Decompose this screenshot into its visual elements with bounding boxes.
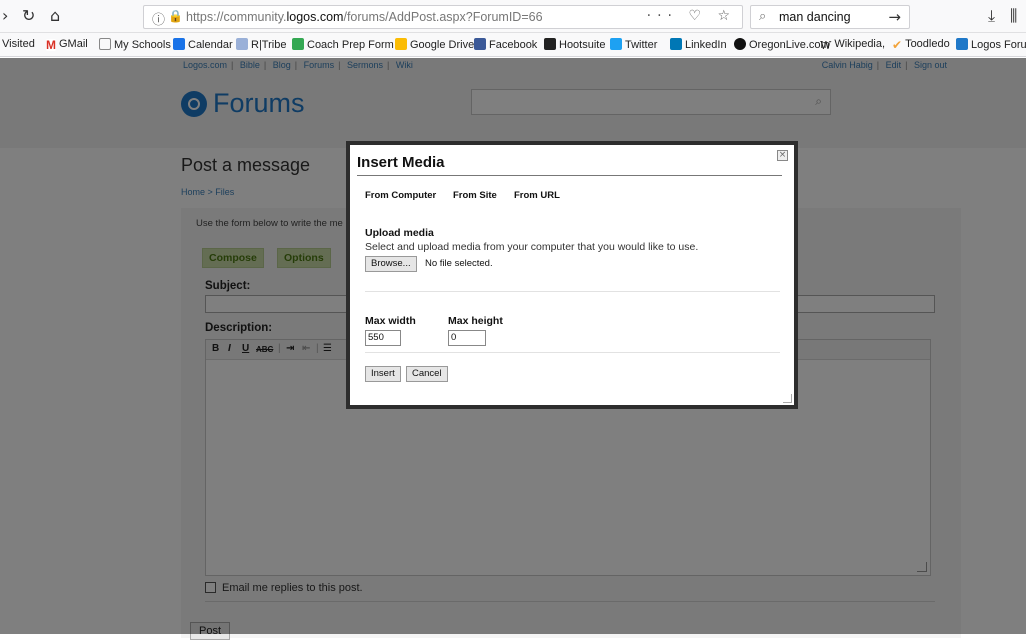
home-icon[interactable]: ⌂ <box>50 8 60 24</box>
bookmark-item[interactable]: Visited <box>2 38 35 50</box>
search-icon: ⌕ <box>759 9 767 24</box>
google-drive-icon <box>395 38 407 50</box>
resize-grip-icon[interactable] <box>783 394 792 403</box>
close-icon[interactable]: × <box>777 150 788 161</box>
bookmark-label: LinkedIn <box>685 39 727 51</box>
bookmark-item[interactable]: W Wikipedia, <box>820 38 885 52</box>
divider <box>365 352 780 353</box>
bookmark-item[interactable]: Facebook <box>474 38 537 51</box>
forward-icon[interactable]: › <box>2 8 8 24</box>
divider <box>357 175 782 176</box>
bookmark-item[interactable]: OregonLive.com <box>734 38 830 51</box>
bookmark-item[interactable]: ✔ Toodledo <box>892 38 950 51</box>
bookmarks-toolbar: Visited M GMail My Schools Calendar R|Tri… <box>0 33 1026 57</box>
insert-media-dialog: Insert Media × From Computer From Site F… <box>346 141 798 409</box>
bookmark-label: My Schools <box>114 39 171 51</box>
bookmark-item[interactable]: My Schools <box>99 38 171 51</box>
bookmark-item[interactable]: Hootsuite <box>544 38 605 51</box>
bookmark-item[interactable]: Twitter <box>610 38 657 51</box>
bookmark-item[interactable]: R|Tribe <box>236 38 286 51</box>
bookmark-label: Calendar <box>188 39 233 51</box>
facebook-icon <box>474 38 486 50</box>
tab-from-site[interactable]: From Site <box>453 190 497 201</box>
max-height-input[interactable]: 0 <box>448 330 486 346</box>
bookmark-item[interactable]: LinkedIn <box>670 38 727 51</box>
bookmark-label: Logos Forum <box>971 39 1026 51</box>
browser-toolbar: › ↻ ⌂ ⓘ 🔒 https://community.logos.com/fo… <box>0 0 1026 33</box>
calendar-icon <box>173 38 185 50</box>
divider <box>365 291 780 292</box>
bookmark-label: Hootsuite <box>559 39 606 51</box>
url-text[interactable]: https://community.logos.com/forums/AddPo… <box>186 10 543 24</box>
url-prefix: https://community. <box>186 10 287 24</box>
gmail-icon: M <box>46 38 56 52</box>
bookmark-label: Google Drive <box>410 39 475 51</box>
url-bar[interactable]: ⓘ 🔒 https://community.logos.com/forums/A… <box>143 5 743 29</box>
tab-from-computer[interactable]: From Computer <box>365 190 436 201</box>
bookmark-item[interactable]: Logos Forum <box>956 38 1026 51</box>
bookmark-label: Twitter <box>625 39 658 51</box>
dialog-title: Insert Media <box>357 154 445 171</box>
arrow-right-icon[interactable]: → <box>888 8 901 26</box>
bookmark-label: Coach Prep Form <box>307 39 394 51</box>
library-icon[interactable]: ⫼ <box>1010 8 1017 24</box>
checkmark-icon: ✔ <box>892 38 903 52</box>
upload-media-title: Upload media <box>365 227 434 239</box>
folder-icon <box>99 38 111 50</box>
rtribe-icon <box>236 38 248 50</box>
file-status-text: No file selected. <box>425 258 493 269</box>
hootsuite-icon <box>544 38 556 50</box>
logos-icon <box>956 38 968 50</box>
max-width-label: Max width <box>365 315 416 327</box>
bookmark-label: OregonLive.com <box>749 39 830 51</box>
bookmark-item[interactable]: Calendar <box>173 38 233 51</box>
lock-icon: 🔒 <box>168 9 183 23</box>
bookmark-label: GMail <box>59 38 88 50</box>
google-drive-icon <box>292 38 304 50</box>
tab-from-url[interactable]: From URL <box>514 190 560 201</box>
bookmark-label: Visited <box>2 38 35 50</box>
bookmark-label: Wikipedia, <box>834 38 886 50</box>
browser-search-box[interactable]: ⌕ man dancing → <box>750 5 910 29</box>
web-page: Logos.com| Bible| Blog| Forums| Sermons|… <box>0 58 1026 640</box>
bookmark-item[interactable]: Google Drive <box>395 38 474 51</box>
bookmark-label: Toodledo <box>905 38 950 50</box>
max-height-label: Max height <box>448 315 503 327</box>
linkedin-icon <box>670 38 682 50</box>
cancel-button[interactable]: Cancel <box>406 366 448 382</box>
bookmark-item[interactable]: Coach Prep Form <box>292 38 394 51</box>
info-icon[interactable]: ⓘ <box>152 9 165 28</box>
twitter-icon <box>610 38 622 50</box>
oregonlive-icon <box>734 38 746 50</box>
browse-button[interactable]: Browse... <box>365 256 417 272</box>
url-domain: logos.com <box>286 10 344 24</box>
page-actions-icon[interactable]: ··· ♡ ☆ <box>647 8 736 24</box>
wikipedia-icon: W <box>820 39 832 52</box>
bookmark-label: Facebook <box>489 39 538 51</box>
bookmark-item[interactable]: M GMail <box>46 38 88 51</box>
reload-icon[interactable]: ↻ <box>22 8 35 24</box>
url-path: /forums/AddPost.aspx?ForumID=66 <box>343 10 543 24</box>
max-width-input[interactable]: 550 <box>365 330 401 346</box>
browser-search-query[interactable]: man dancing <box>779 10 851 24</box>
upload-media-description: Select and upload media from your comput… <box>365 241 699 253</box>
download-icon[interactable]: ⤓ <box>988 8 995 24</box>
bookmark-label: R|Tribe <box>251 39 287 51</box>
insert-button[interactable]: Insert <box>365 366 401 382</box>
